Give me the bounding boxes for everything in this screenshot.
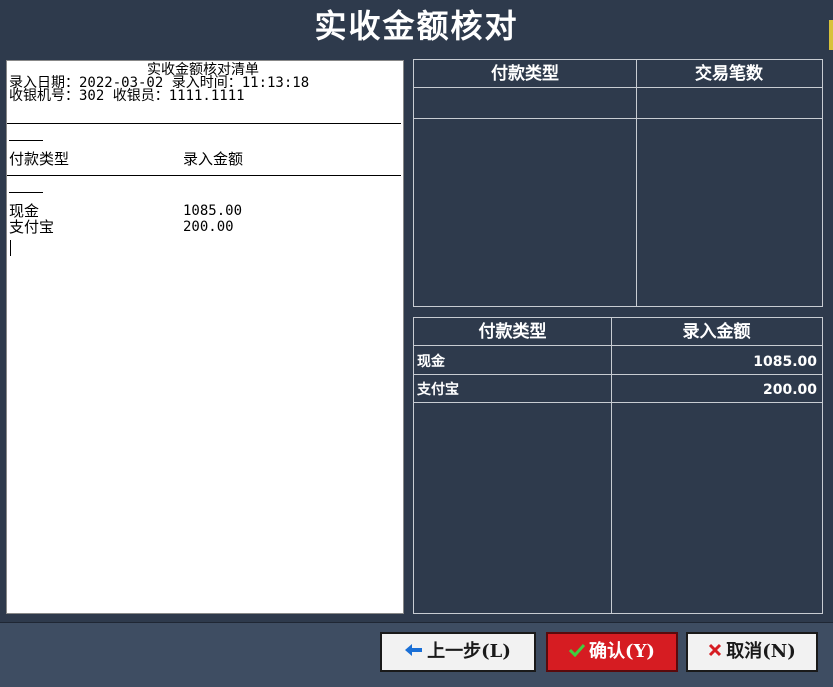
table-cell-type[interactable]: 支付宝 [417,378,459,402]
receipt-row-type: 现金 [9,202,40,220]
receipt-row-amount: 1085.00 [183,203,243,219]
receipt-row-type: 支付宝 [9,218,55,236]
table-cell-type[interactable]: 现金 [417,350,445,374]
receipt-rule [7,123,401,124]
column-divider [636,60,637,306]
receipt-dash [9,192,43,193]
arrow-left-icon [405,634,423,670]
table-cell-amount[interactable]: 1085.00 [753,350,817,374]
check-icon [568,634,586,670]
text-caret [10,240,11,256]
receipt-col-type: 付款类型 [9,150,70,168]
confirm-button[interactable]: 确认(Y) [546,632,678,672]
prev-step-label: 上一步(L) [427,641,511,662]
column-header[interactable]: 录入金额 [611,318,822,346]
table-cell-amount[interactable]: 200.00 [763,378,817,402]
row-divider [414,118,822,119]
column-header[interactable]: 付款类型 [414,60,636,88]
receipt-dash [9,140,43,141]
receipt-row-amount: 200.00 [183,219,234,235]
cancel-button[interactable]: 取消(N) [686,632,818,672]
receipt-preview[interactable]: 实收金额核对清单 录入日期：2022-03-02 录入时间：11:13:18 收… [6,60,404,614]
transaction-count-table[interactable]: 付款类型 交易笔数 [413,59,823,307]
window-title: 实收金额核对 [314,7,519,45]
receipt-rule [7,175,401,176]
receipt-till-line: 收银机号：302 收银员：1111.1111 [9,88,245,104]
row-divider [414,374,822,375]
edge-accent [829,20,833,50]
cancel-label: 取消(N) [726,641,796,662]
close-icon [708,634,722,670]
column-header[interactable]: 付款类型 [414,318,611,346]
prev-step-button[interactable]: 上一步(L) [380,632,536,672]
row-divider [414,402,822,403]
column-divider [611,318,612,613]
confirm-label: 确认(Y) [589,641,655,662]
receipt-col-amount: 录入金额 [183,150,244,168]
entered-amount-table[interactable]: 付款类型 录入金额 现金 1085.00 支付宝 200.00 [413,317,823,614]
column-header[interactable]: 交易笔数 [636,60,822,88]
